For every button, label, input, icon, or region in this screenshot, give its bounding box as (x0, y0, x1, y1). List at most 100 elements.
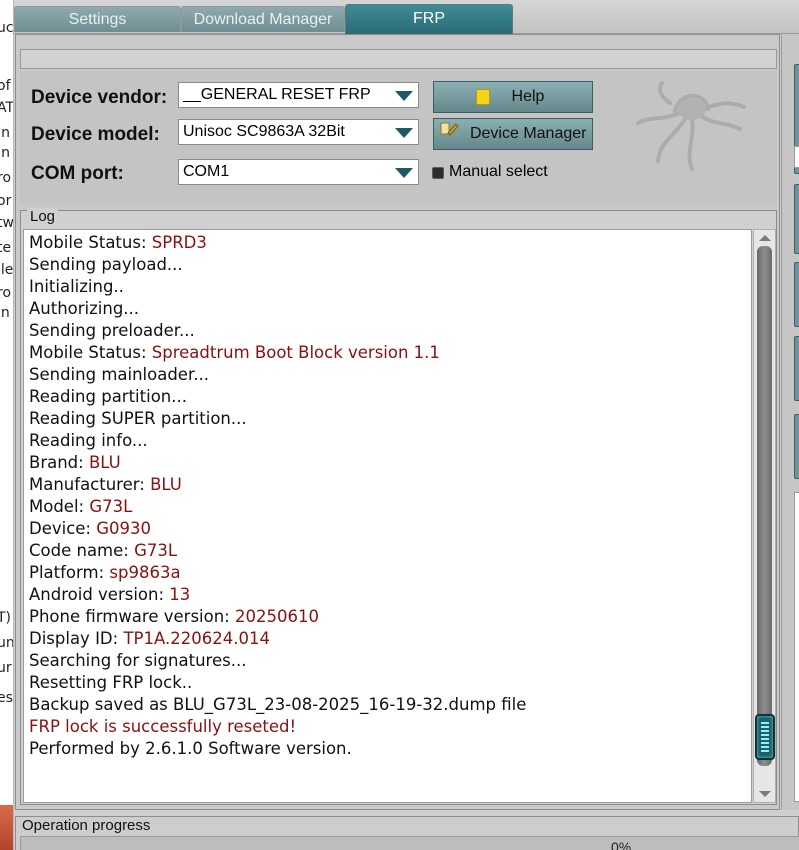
log-output[interactable]: Mobile Status: SPRD3 Sending payload... In… (23, 229, 752, 803)
device-model-dropdown[interactable]: Unisoc SC9863A 32Bit (178, 119, 419, 145)
log-line: Reading SUPER partition... (29, 408, 751, 430)
log-line: Backup saved as BLU_G73L_23-08-2025_16-1… (29, 694, 751, 716)
log-line-text: Mobile Status: (29, 343, 152, 362)
log-line: Mobile Status: Spreadtrum Boot Block ver… (29, 342, 751, 364)
device-config-area: Device vendor: __GENERAL RESET FRP MI De… (20, 71, 777, 205)
device-manager-button[interactable]: Device Manager (433, 118, 593, 150)
log-line-text: Platform: (29, 563, 110, 582)
log-line-text: Reading SUPER partition... (29, 409, 247, 428)
device-model-label: Device model: (31, 124, 160, 145)
log-line-text: Reading partition... (29, 387, 187, 406)
side-button[interactable] (794, 262, 799, 327)
background-text-fragment: un (0, 635, 14, 651)
device-model-value: Unisoc SC9863A 32Bit (183, 123, 345, 140)
log-line-text: Authorizing... (29, 299, 140, 318)
log-line: Manufacturer: BLU (29, 474, 751, 496)
log-line: Platform: sp9863a (29, 562, 751, 584)
progress-percent: 0% (611, 839, 632, 850)
log-line: Phone firmware version: 20250610 (29, 606, 751, 628)
background-text-fragment: ile (0, 262, 14, 278)
chevron-down-icon (395, 168, 413, 178)
device-manager-button-label: Device Manager (469, 125, 587, 143)
side-field[interactable] (794, 146, 799, 168)
device-vendor-value: __GENERAL RESET FRP MI (183, 86, 373, 103)
scroll-thumb[interactable] (755, 714, 775, 760)
background-taskbar-fragment (0, 805, 13, 850)
background-text-fragment: ro (0, 285, 12, 301)
frp-panel: Device vendor: __GENERAL RESET FRP MI De… (15, 34, 780, 810)
background-text-fragment: of (0, 78, 11, 94)
log-line-text: Display ID: (29, 629, 124, 648)
log-line: Performed by 2.6.1.0 Software version. (29, 738, 751, 760)
side-button[interactable] (794, 184, 799, 254)
log-line: Reading partition... (29, 386, 751, 408)
log-line: Sending payload... (29, 254, 751, 276)
log-line: Reading info... (29, 430, 751, 452)
device-vendor-dropdown[interactable]: __GENERAL RESET FRP MI (178, 82, 419, 108)
log-line: Brand: BLU (29, 452, 751, 474)
tab-frp[interactable]: FRP (345, 4, 513, 34)
manual-select-checkbox[interactable] (432, 167, 444, 179)
log-line-text: Brand: (29, 453, 89, 472)
background-text-fragment: ro (0, 170, 12, 186)
background-text-fragment: In (0, 145, 11, 161)
log-line-text: Searching for signatures... (29, 651, 247, 670)
background-text-fragment: in (0, 305, 10, 321)
right-side-panel (781, 34, 799, 810)
log-line-text: Sending preloader... (29, 321, 195, 340)
scroll-down-arrow-icon[interactable] (759, 791, 771, 797)
operation-progress-group: Operation progress 0% (15, 816, 799, 850)
tab-download-manager[interactable]: Download Manager (181, 6, 345, 32)
log-line: Resetting FRP lock.. (29, 672, 751, 694)
log-line-text: Reading info... (29, 431, 148, 450)
log-line: Device: G0930 (29, 518, 751, 540)
chevron-down-icon (395, 128, 413, 138)
scroll-up-arrow-icon[interactable] (759, 235, 771, 241)
log-line-value: SPRD3 (151, 233, 207, 252)
background-text-fragment: tw (0, 215, 14, 231)
log-line-text: Model: (29, 497, 90, 516)
log-line: Sending mainloader... (29, 364, 751, 386)
log-line: Model: G73L (29, 496, 751, 518)
log-line: Android version: 13 (29, 584, 751, 606)
log-line: Initializing.. (29, 276, 751, 298)
scroll-track[interactable] (757, 246, 772, 766)
side-list[interactable] (794, 492, 799, 802)
log-line-text: Mobile Status: (29, 233, 152, 252)
device-vendor-label: Device vendor: (31, 87, 168, 108)
progress-bar: 0% (20, 836, 799, 850)
help-button-label: Help (511, 88, 545, 105)
tab-settings[interactable]: Settings (14, 6, 181, 32)
progress-title: Operation progress (22, 817, 151, 834)
log-group: Log Mobile Status: SPRD3 Sending payload.… (20, 208, 777, 805)
log-line-value: G0930 (96, 519, 152, 538)
background-window-sliver: uc of AT In In ro or tw te ile ro in T) un ur es (0, 0, 14, 850)
background-text-fragment: T) (0, 610, 12, 626)
background-text-fragment: or (0, 193, 12, 209)
com-port-dropdown[interactable]: COM1 (178, 159, 419, 185)
log-line-value: Spreadtrum Boot Block version 1.1 (151, 343, 440, 362)
manual-select-label: Manual select (449, 163, 548, 180)
log-line-text: Phone firmware version: (29, 607, 235, 626)
log-line-text: Sending payload... (29, 255, 183, 274)
help-button[interactable]: Help (433, 81, 593, 113)
log-line-text: Initializing.. (29, 277, 124, 296)
help-book-icon (476, 89, 490, 105)
log-line-value: G73L (89, 497, 133, 516)
log-line-value: 20250610 (234, 607, 319, 626)
chevron-down-icon (395, 91, 413, 101)
panel-header-strip (20, 49, 777, 69)
device-manager-icon (440, 119, 460, 149)
log-line-text: Device: (29, 519, 97, 538)
background-text-fragment: es (0, 690, 13, 706)
side-button[interactable] (794, 414, 799, 479)
log-line-text: Sending mainloader... (29, 365, 209, 384)
side-button[interactable] (794, 336, 799, 401)
log-line-value: 13 (169, 585, 191, 604)
com-port-value: COM1 (183, 163, 230, 180)
log-scrollbar[interactable] (753, 229, 776, 803)
tab-bar: Settings Download Manager FRP (14, 0, 799, 34)
log-line: Mobile Status: SPRD3 (29, 232, 751, 254)
log-line-value: FRP lock is successfully reseted! (29, 717, 297, 736)
log-line: Authorizing... (29, 298, 751, 320)
